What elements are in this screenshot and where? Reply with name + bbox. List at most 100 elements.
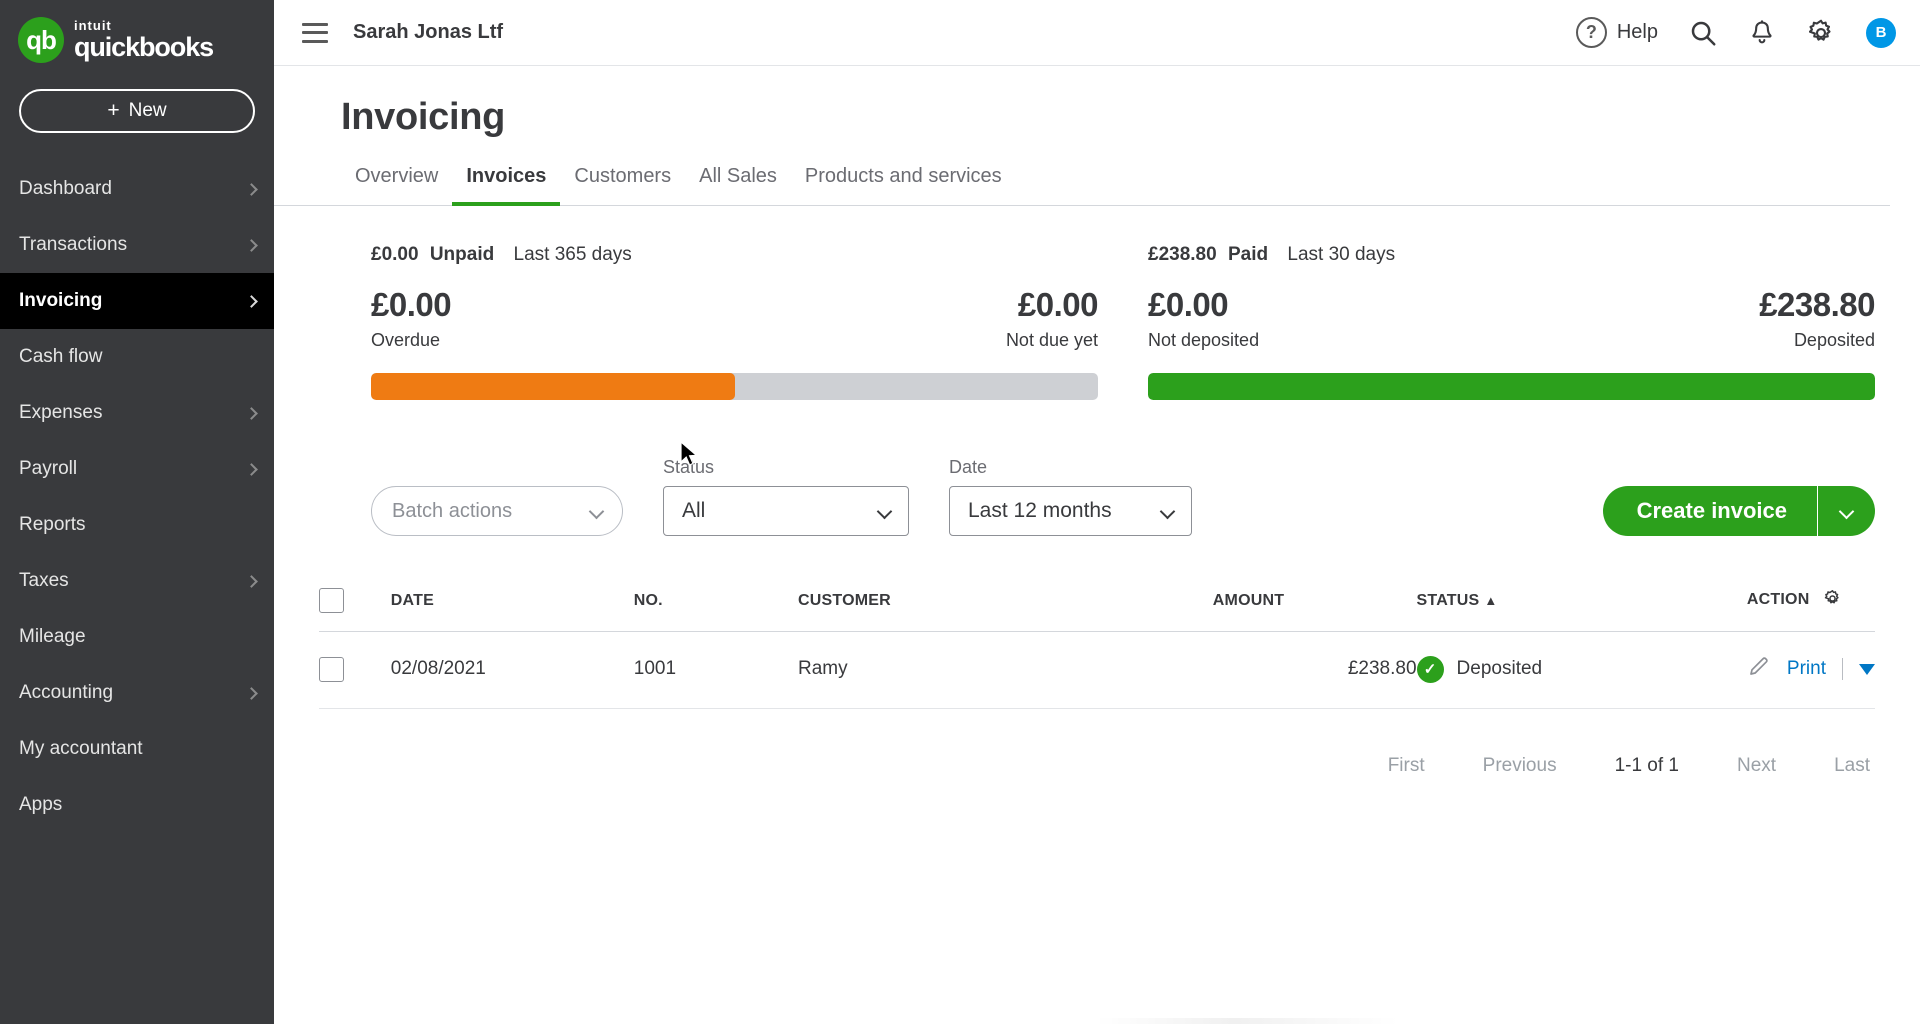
status-badge: ✓ Deposited [1416,655,1747,683]
not-due-yet-amount: £0.00 [1017,286,1099,323]
column-header-action: ACTION [1746,576,1875,632]
sidebar-item-accounting[interactable]: Accounting [0,665,274,721]
sidebar-item-label: Reports [19,514,86,535]
chevron-right-icon [245,686,258,700]
sidebar: qb intuit quickbooks + New Dashboard Tra… [0,0,274,1024]
sidebar-item-taxes[interactable]: Taxes [0,553,274,609]
action-dropdown-caret-icon[interactable] [1859,663,1875,675]
sidebar-item-transactions[interactable]: Transactions [0,217,274,273]
pagination-range: 1-1 of 1 [1614,755,1679,776]
logo-mark-text: qb [26,25,57,55]
chevron-right-icon [245,574,258,588]
sidebar-item-reports[interactable]: Reports [0,497,274,553]
row-customer[interactable]: Ramy [798,631,1213,709]
paid-summary-card[interactable]: £238.80 Paid Last 30 days £0.00 Not depo… [1148,244,1875,400]
paid-word: Paid [1227,244,1269,265]
quickbooks-logo-icon: qb [18,17,64,63]
status-label: Deposited [1456,658,1543,679]
logo-intuit-text: intuit [74,18,112,33]
date-select[interactable]: Last 12 months [949,486,1192,536]
menu-icon[interactable] [302,22,328,43]
sidebar-item-mileage[interactable]: Mileage [0,609,274,665]
sidebar-item-cash-flow[interactable]: Cash flow [0,329,274,385]
sidebar-item-expenses[interactable]: Expenses [0,385,274,441]
create-invoice-button[interactable]: Create invoice [1602,486,1817,536]
paid-figures: £0.00 Not deposited £238.80 Deposited [1148,286,1875,351]
not-due-yet-figure: £0.00 Not due yet [1005,286,1099,351]
chevron-right-icon [245,182,258,196]
chevron-right-icon [245,462,258,476]
invoices-table-body: 02/08/2021 1001 Ramy £238.80 ✓ Deposited [319,631,1875,709]
settings-gear-icon[interactable] [1806,18,1836,48]
column-header-amount[interactable]: AMOUNT [1212,576,1417,632]
date-select-value: Last 12 months [968,499,1112,522]
new-button-label: New [128,100,167,121]
sidebar-item-label: My accountant [19,738,143,759]
print-link[interactable]: Print [1787,658,1826,680]
status-select-value: All [682,499,706,522]
unpaid-progress-track [371,373,1098,400]
unpaid-summary-card[interactable]: £0.00 Unpaid Last 365 days £0.00 Overdue… [371,244,1099,400]
column-header-date[interactable]: DATE [390,576,634,632]
tab-products-and-services[interactable]: Products and services [791,165,1016,206]
row-date: 02/08/2021 [390,631,634,709]
column-header-action-label: ACTION [1746,590,1810,608]
row-no: 1001 [633,631,799,709]
help-button[interactable]: ? Help [1575,17,1658,48]
check-circle-icon: ✓ [1416,655,1444,683]
quickbooks-logo[interactable]: qb intuit quickbooks [0,0,274,63]
create-invoice-dropdown-button[interactable] [1817,486,1875,536]
chevron-down-icon [876,503,893,519]
paid-heading: £238.80 Paid Last 30 days [1148,244,1875,266]
pagination: First Previous 1-1 of 1 Next Last [274,755,1870,777]
tab-invoices[interactable]: Invoices [452,165,561,206]
page-title: Invoicing [341,96,506,138]
tab-all-sales[interactable]: All Sales [685,165,791,206]
chevron-down-icon [1838,503,1855,519]
overdue-figure: £0.00 Overdue [371,286,452,351]
overdue-label: Overdue [371,330,441,350]
avatar[interactable]: B [1866,17,1896,48]
not-deposited-label: Not deposited [1148,330,1260,350]
column-header-no[interactable]: NO. [633,576,799,632]
batch-actions-button[interactable]: Batch actions [371,486,623,536]
select-all-checkbox[interactable] [319,588,344,613]
notifications-bell-icon[interactable] [1748,19,1776,47]
invoices-table-head: DATE NO. CUSTOMER AMOUNT STATUS ▲ ACTION [319,576,1875,632]
tab-overview[interactable]: Overview [341,165,452,206]
batch-actions-label: Batch actions [392,499,513,522]
table-settings-gear-icon[interactable] [1823,589,1842,613]
sidebar-item-dashboard[interactable]: Dashboard [0,161,274,217]
quickbooks-app: qb intuit quickbooks + New Dashboard Tra… [0,0,1920,1024]
edit-pencil-icon[interactable] [1747,654,1771,684]
search-icon[interactable] [1688,18,1718,48]
tab-customers[interactable]: Customers [560,165,685,206]
plus-icon: + [107,99,120,122]
unpaid-word: Unpaid [429,244,495,265]
summary-section: £0.00 Unpaid Last 365 days £0.00 Overdue… [371,206,1875,400]
pagination-previous[interactable]: Previous [1483,755,1557,777]
paid-amount: £238.80 [1148,244,1217,265]
pagination-next[interactable]: Next [1737,755,1776,777]
logo-wordmark: intuit quickbooks [74,18,214,61]
pagination-last[interactable]: Last [1834,755,1870,777]
column-header-customer[interactable]: CUSTOMER [798,576,1213,632]
column-header-status[interactable]: STATUS ▲ [1416,576,1747,632]
sidebar-item-invoicing[interactable]: Invoicing [0,273,274,329]
sidebar-item-label: Payroll [19,458,78,479]
unpaid-period: Last 365 days [513,244,632,265]
sidebar-item-label: Transactions [19,234,128,255]
row-checkbox[interactable] [319,656,344,682]
date-filter: Date Last 12 months [949,457,1192,536]
table-row[interactable]: 02/08/2021 1001 Ramy £238.80 ✓ Deposited [319,631,1875,709]
pagination-first[interactable]: First [1388,755,1425,777]
new-button[interactable]: + New [19,89,255,133]
sidebar-item-payroll[interactable]: Payroll [0,441,274,497]
not-due-yet-label: Not due yet [1005,330,1098,350]
sidebar-item-my-accountant[interactable]: My accountant [0,721,274,777]
sidebar-item-apps[interactable]: Apps [0,777,274,833]
row-status: ✓ Deposited [1416,631,1747,709]
not-deposited-amount: £0.00 [1148,286,1229,323]
status-select[interactable]: All [663,486,909,536]
chevron-right-icon [245,238,258,252]
